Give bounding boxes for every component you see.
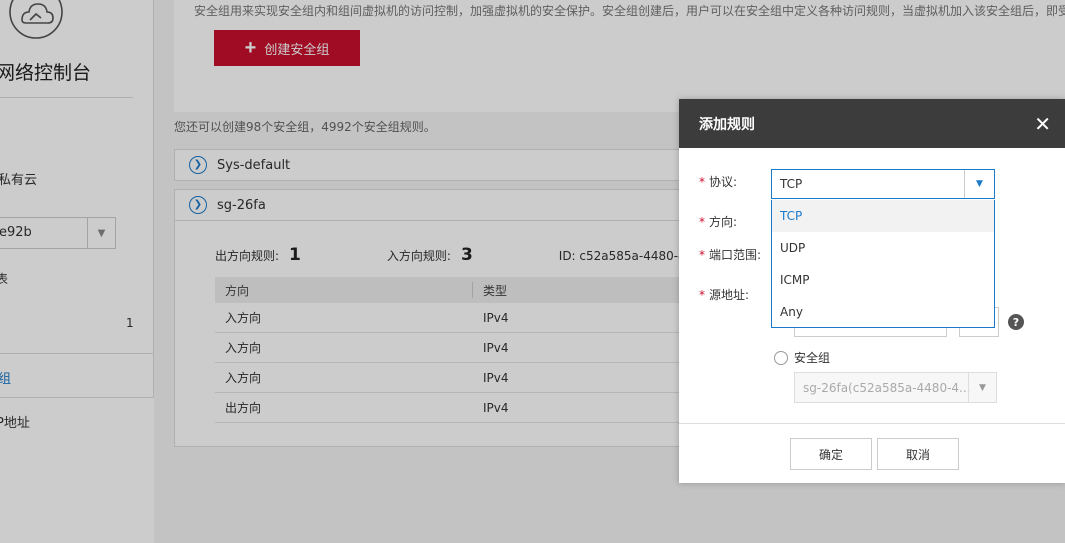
dialog-header: 添加规则 ✕ [679, 99, 1065, 148]
protocol-option-any[interactable]: Any [772, 296, 994, 328]
source-address-label: * 源地址: [699, 286, 749, 303]
add-rule-dialog: 添加规则 ✕ * 协议: * 方向: * 端口范围: * 源地址: TCP ▼ TCP … [679, 99, 1065, 483]
security-group-select: sg-26fa(c52a585a-4480-4... ▼ [794, 372, 997, 403]
required-mark: * [699, 215, 705, 229]
chevron-down-icon: ▼ [968, 373, 996, 402]
security-group-select-value: sg-26fa(c52a585a-4480-4... [803, 381, 971, 395]
required-mark: * [699, 175, 705, 189]
radio-button[interactable] [774, 350, 788, 365]
protocol-label-text: 协议: [709, 175, 738, 189]
protocol-label: * 协议: [699, 173, 737, 190]
direction-label-text: 方向: [709, 215, 738, 229]
required-mark: * [699, 248, 705, 262]
help-icon[interactable]: ? [1008, 314, 1024, 330]
source-label-text: 源地址: [709, 288, 750, 302]
chevron-down-icon[interactable]: ▼ [964, 170, 994, 198]
protocol-select-value: TCP [780, 177, 803, 191]
dialog-footer: 确定 取消 [679, 423, 1065, 483]
security-group-radio[interactable]: 安全组 [774, 349, 830, 366]
cancel-button[interactable]: 取消 [877, 438, 959, 470]
radio-label: 安全组 [794, 351, 831, 365]
port-range-label-text: 端口范围: [709, 248, 762, 262]
protocol-option-tcp[interactable]: TCP [772, 200, 994, 232]
confirm-button[interactable]: 确定 [790, 438, 872, 470]
protocol-option-icmp[interactable]: ICMP [772, 264, 994, 296]
protocol-dropdown: TCP UDP ICMP Any [771, 200, 995, 328]
port-range-label: * 端口范围: [699, 246, 761, 263]
protocol-select[interactable]: TCP ▼ [771, 169, 995, 199]
close-icon[interactable]: ✕ [1034, 114, 1051, 134]
direction-label: * 方向: [699, 213, 737, 230]
protocol-option-udp[interactable]: UDP [772, 232, 994, 264]
required-mark: * [699, 288, 705, 302]
dialog-title: 添加规则 [699, 116, 755, 133]
